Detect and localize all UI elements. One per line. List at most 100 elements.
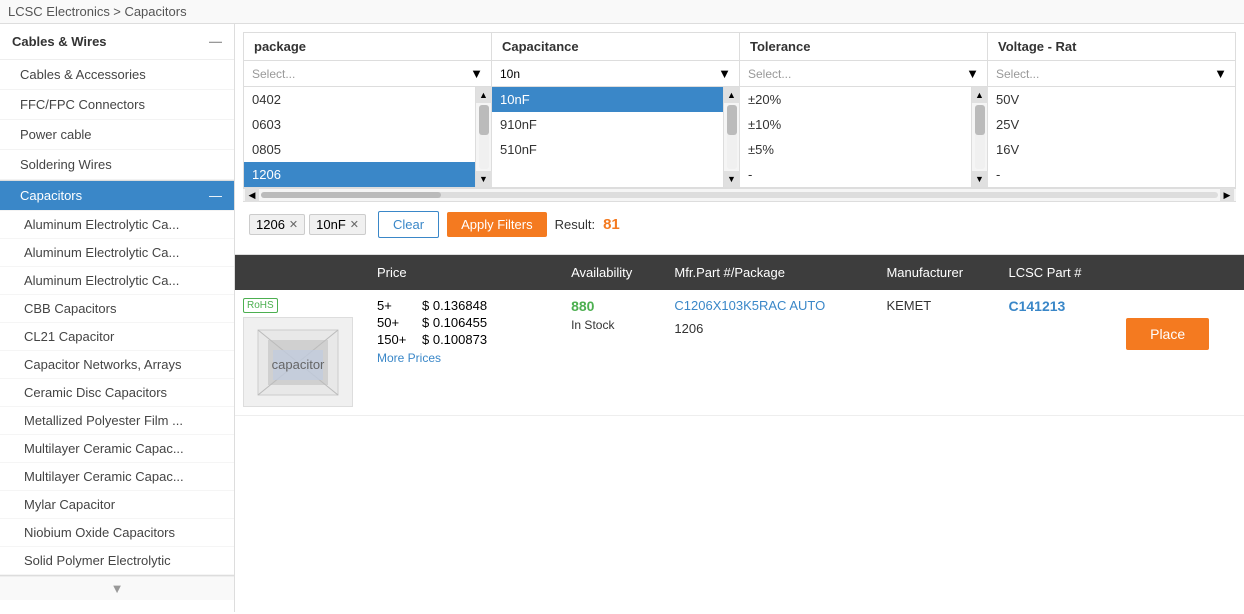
sidebar-sub-item-3[interactable]: CBB Capacitors	[0, 295, 234, 323]
voltage-item-50v[interactable]: 50V	[988, 87, 1235, 112]
manufacturer-name: KEMET	[886, 298, 931, 313]
filter-col-capacitance: Capacitance 10n ▼ 10nF 910nF 510nF ▲	[492, 33, 740, 187]
sidebar-sub-item-12[interactable]: Solid Polymer Electrolytic	[0, 547, 234, 575]
apply-filters-button[interactable]: Apply Filters	[447, 212, 547, 237]
sidebar-sub-item-0[interactable]: Aluminum Electrolytic Ca...	[0, 211, 234, 239]
sidebar-sub-item-11[interactable]: Niobium Oxide Capacitors	[0, 519, 234, 547]
capacitance-dropdown[interactable]: 10n ▼	[492, 61, 739, 87]
filter-tag-1206: 1206 ✕	[249, 214, 305, 235]
voltage-filter-label: Voltage - Rat	[988, 33, 1235, 61]
cap-scroll-down[interactable]: ▼	[724, 171, 740, 187]
part-number-cell: C1206X103K5RAC AUTO 1206	[662, 290, 874, 416]
sidebar-item-soldering-wires[interactable]: Soldering Wires	[0, 150, 234, 180]
sidebar-sub-item-1[interactable]: Aluminum Electrolytic Ca...	[0, 239, 234, 267]
package-scroll-up[interactable]: ▲	[476, 87, 492, 103]
capacitance-item-510nf[interactable]: 510nF	[492, 137, 723, 162]
tolerance-item-dash[interactable]: -	[740, 162, 971, 187]
capacitance-scrollbar: ▲ ▼	[723, 87, 739, 187]
sidebar-section-capacitors-header[interactable]: Capacitors —	[0, 181, 234, 211]
filter-col-voltage: Voltage - Rat Select... ▼ 50V 25V 16V - …	[988, 33, 1235, 187]
capacitance-list[interactable]: 10nF 910nF 510nF	[492, 87, 723, 187]
tolerance-item-10[interactable]: ±10%	[740, 112, 971, 137]
sidebar-item-power-cable[interactable]: Power cable	[0, 120, 234, 150]
tolerance-dropdown[interactable]: Select... ▼	[740, 61, 987, 87]
tol-scroll-up[interactable]: ▲	[972, 87, 988, 103]
manufacturer-cell: KEMET	[874, 290, 996, 416]
sidebar-section-capacitors-label: Capacitors	[20, 188, 82, 203]
breadcrumb-separator: >	[113, 4, 124, 19]
filter-tag-1206-close[interactable]: ✕	[289, 218, 298, 231]
voltage-dropdown-arrow: ▼	[1214, 66, 1227, 81]
filter-columns: package Select... ▼ 0402 0603 0805 1206 …	[243, 32, 1236, 188]
filter-col-tolerance: Tolerance Select... ▼ ±20% ±10% ±5% - +0…	[740, 33, 988, 187]
package-item-0805[interactable]: 0805	[244, 137, 475, 162]
package-item-0402[interactable]: 0402	[244, 87, 475, 112]
capacitance-item-10nf[interactable]: 10nF	[492, 87, 723, 112]
package-filter-label: package	[244, 33, 491, 61]
capacitance-dropdown-value: 10n	[500, 67, 520, 81]
place-button[interactable]: Place	[1126, 318, 1209, 350]
results-table: Price Availability Mfr.Part #/Package Ma…	[235, 255, 1244, 416]
sidebar-sub-item-7[interactable]: Metallized Polyester Film ...	[0, 407, 234, 435]
sidebar-sub-item-10[interactable]: Mylar Capacitor	[0, 491, 234, 519]
voltage-list[interactable]: 50V 25V 16V - 10V	[988, 87, 1235, 187]
col-header-manufacturer: Manufacturer	[874, 255, 996, 290]
availability-cell: 880 In Stock	[559, 290, 662, 416]
col-header-image	[235, 255, 365, 290]
filter-tags: 1206 ✕ 10nF ✕	[245, 206, 370, 242]
sidebar-sub-item-2[interactable]: Aluminum Electrolytic Ca...	[0, 267, 234, 295]
cap-scroll-up[interactable]: ▲	[724, 87, 740, 103]
sidebar-sub-item-8[interactable]: Multilayer Ceramic Capac...	[0, 435, 234, 463]
voltage-item-16v[interactable]: 16V	[988, 137, 1235, 162]
svg-text:capacitor: capacitor	[272, 357, 325, 372]
sidebar-sub-item-4[interactable]: CL21 Capacitor	[0, 323, 234, 351]
sidebar-sub-item-9[interactable]: Multilayer Ceramic Capac...	[0, 463, 234, 491]
package-item-0603[interactable]: 0603	[244, 112, 475, 137]
package-scroll-down[interactable]: ▼	[476, 171, 492, 187]
breadcrumb: LCSC Electronics > Capacitors	[0, 0, 1244, 24]
lcsc-part-link[interactable]: C141213	[1008, 298, 1065, 314]
package-list[interactable]: 0402 0603 0805 1206 0201	[244, 87, 475, 187]
part-number-link[interactable]: C1206X103K5RAC AUTO	[674, 298, 862, 313]
h-scroll-track	[261, 192, 1218, 198]
tol-scroll-down[interactable]: ▼	[972, 171, 988, 187]
sidebar-scroll-down-icon[interactable]: ▼	[0, 576, 234, 600]
package-item-1206[interactable]: 1206	[244, 162, 475, 187]
horizontal-scrollbar[interactable]: ◀ ▶	[243, 188, 1236, 202]
sidebar-sub-item-5[interactable]: Capacitor Networks, Arrays	[0, 351, 234, 379]
sidebar-section-cables-header[interactable]: Cables & Wires —	[0, 24, 234, 60]
more-prices-link[interactable]: More Prices	[377, 351, 547, 365]
capacitance-item-910nf[interactable]: 910nF	[492, 112, 723, 137]
h-scroll-left-btn[interactable]: ◀	[245, 188, 259, 202]
voltage-item-dash[interactable]: -	[988, 162, 1235, 187]
h-scroll-thumb	[261, 192, 441, 198]
content-area: package Select... ▼ 0402 0603 0805 1206 …	[235, 24, 1244, 612]
sidebar-item-ffc-fpc[interactable]: FFC/FPC Connectors	[0, 90, 234, 120]
tol-scroll-thumb	[975, 105, 985, 135]
tolerance-scrollbar: ▲ ▼	[971, 87, 987, 187]
filter-tag-10nf-close[interactable]: ✕	[350, 218, 359, 231]
voltage-dropdown[interactable]: Select... ▼	[988, 61, 1235, 87]
tags-and-actions-row: 1206 ✕ 10nF ✕ Clear Apply Filters Result…	[243, 202, 1236, 246]
capacitance-list-container: 10nF 910nF 510nF ▲ ▼	[492, 87, 739, 187]
tolerance-list[interactable]: ±20% ±10% ±5% - +0.25pF	[740, 87, 971, 187]
sidebar-section-cables: Cables & Wires — Cables & Accessories FF…	[0, 24, 234, 181]
tolerance-item-5[interactable]: ±5%	[740, 137, 971, 162]
tolerance-item-20[interactable]: ±20%	[740, 87, 971, 112]
sidebar-item-cables-accessories[interactable]: Cables & Accessories	[0, 60, 234, 90]
sidebar-section-capacitors: Capacitors — Aluminum Electrolytic Ca...…	[0, 181, 234, 576]
price-cell: 5+ $ 0.136848 50+ $ 0.106455 150+ $ 0.10…	[365, 290, 559, 416]
col-header-action	[1114, 255, 1244, 290]
col-header-availability: Availability	[559, 255, 662, 290]
in-stock-label: In Stock	[571, 318, 650, 332]
clear-button[interactable]: Clear	[378, 211, 439, 238]
sidebar-sub-item-6[interactable]: Ceramic Disc Capacitors	[0, 379, 234, 407]
h-scroll-right-btn[interactable]: ▶	[1220, 188, 1234, 202]
voltage-item-25v[interactable]: 25V	[988, 112, 1235, 137]
col-header-price: Price	[365, 255, 559, 290]
filter-tag-10nf-label: 10nF	[316, 217, 346, 232]
package-dropdown[interactable]: Select... ▼	[244, 61, 491, 87]
product-svg: capacitor	[253, 325, 343, 400]
tol-scroll-track	[975, 105, 985, 169]
breadcrumb-root[interactable]: LCSC Electronics	[8, 4, 110, 19]
